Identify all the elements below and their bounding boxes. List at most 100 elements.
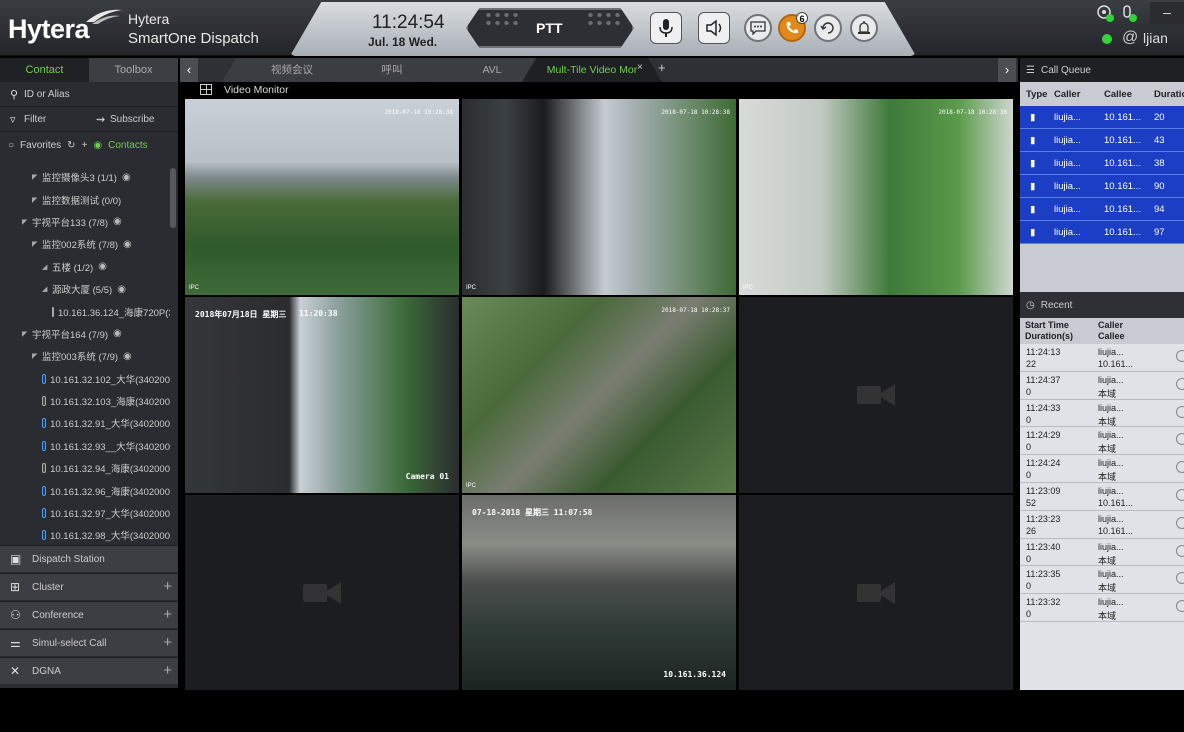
video-tile[interactable]: 2018-07-18 10:28:38 IPC <box>462 99 736 295</box>
search-row[interactable]: ⚲ ID or Alias <box>0 82 178 107</box>
tree-item[interactable]: ◤ 监控003系统 (7/9) ◉ <box>0 345 170 367</box>
section-dgna[interactable]: ✕ DGNA + <box>0 657 178 684</box>
video-tile-empty[interactable] <box>185 495 459 691</box>
alarm-button[interactable] <box>850 14 878 42</box>
recent-row[interactable]: 11:23:09 52 liujia... 10.161... <box>1020 482 1184 511</box>
message-button[interactable] <box>744 14 772 42</box>
user-icon[interactable]: @ <box>1122 29 1138 47</box>
search-input[interactable]: ID or Alias <box>24 89 70 100</box>
tree-item[interactable]: 10.161.32.102_大华(340200 <box>0 368 170 390</box>
eye-icon[interactable]: ◉ <box>117 284 126 295</box>
add-icon[interactable]: + <box>163 606 172 623</box>
refresh-icon[interactable]: ↻ <box>67 140 75 151</box>
tree-item[interactable]: 10.161.32.96_海康(3402000 <box>0 479 170 501</box>
eye-icon[interactable]: ◉ <box>123 351 132 362</box>
tree-item[interactable]: ◢ 源政大厦 (5/5) ◉ <box>0 278 170 300</box>
tree-item[interactable]: ◤ 宇视平台133 (7/8) ◉ <box>0 211 170 233</box>
tree-scrollbar[interactable] <box>170 168 176 228</box>
tree-item[interactable]: 10.161.32.103_海康(340200 <box>0 390 170 412</box>
video-tile[interactable]: 2018-07-18 10:28:38 IPC <box>185 99 459 295</box>
video-grid-icon[interactable] <box>200 84 212 95</box>
contacts-radio-icon[interactable]: ◉ <box>93 140 102 151</box>
expand-arrow-icon[interactable]: ◤ <box>32 240 42 248</box>
recent-action-icon[interactable] <box>1176 600 1184 613</box>
tree-item[interactable]: ◤ 监控002系统 (7/8) ◉ <box>0 233 170 255</box>
tree-item[interactable]: 10.161.32.98_大华(3402000 <box>0 524 170 544</box>
tab-contact[interactable]: Contact <box>0 58 89 82</box>
section-dispatch-station[interactable]: ▣ Dispatch Station <box>0 545 178 572</box>
recent-action-icon[interactable] <box>1176 544 1184 557</box>
tree-item[interactable]: 10.161.32.94_海康(3402000 <box>0 457 170 479</box>
call-queue-row[interactable]: ▮ liujia... 10.161... 90 <box>1020 175 1184 198</box>
user-name[interactable]: ljian <box>1143 30 1168 46</box>
recent-action-icon[interactable] <box>1176 405 1184 418</box>
recent-row[interactable]: 11:24:37 0 liujia... 本域 <box>1020 371 1184 400</box>
add-icon[interactable]: + <box>163 578 172 595</box>
recent-row[interactable]: 11:23:32 0 liujia... 本域 <box>1020 594 1184 622</box>
section-conference[interactable]: ⚇ Conference + <box>0 601 178 628</box>
microphone-button[interactable] <box>650 12 682 44</box>
callback-button[interactable] <box>814 14 842 42</box>
tree-item[interactable]: 10.161.32.93__大华(340200 <box>0 435 170 457</box>
recent-action-icon[interactable] <box>1176 516 1184 529</box>
add-tab-button[interactable]: + <box>658 60 666 75</box>
favorites-radio-icon[interactable]: ○ <box>8 140 14 151</box>
call-queue-row[interactable]: ▮ liujia... 10.161... 20 <box>1020 106 1184 129</box>
expand-arrow-icon[interactable]: ◢ <box>42 285 52 293</box>
call-queue-row[interactable]: ▮ liujia... 10.161... 43 <box>1020 129 1184 152</box>
recent-row[interactable]: 11:23:23 26 liujia... 10.161... <box>1020 510 1184 539</box>
expand-arrow-icon[interactable]: ◢ <box>42 263 52 271</box>
expand-arrow-icon[interactable]: ◤ <box>32 173 42 181</box>
recent-row[interactable]: 11:24:13 22 liujia... 10.161... <box>1020 344 1184 372</box>
eye-icon[interactable]: ◉ <box>113 328 122 339</box>
section-simul-select-call[interactable]: ⚌ Simul-select Call + <box>0 629 178 656</box>
call-queue-row[interactable]: ▮ liujia... 10.161... 94 <box>1020 198 1184 221</box>
subscribe-button[interactable]: Subscribe <box>110 114 154 125</box>
video-tile[interactable]: 2018年07月18日 星期三 11:20:38 Camera 01 <box>185 297 459 493</box>
recent-row[interactable]: 11:23:35 0 liujia... 本域 <box>1020 566 1184 595</box>
video-tile[interactable]: 2018-07-18 10:28:37 IPC <box>462 297 736 493</box>
recent-action-icon[interactable] <box>1176 488 1184 501</box>
recent-row[interactable]: 11:23:40 0 liujia... 本域 <box>1020 538 1184 567</box>
call-queue-row[interactable]: ▮ liujia... 10.161... 38 <box>1020 152 1184 175</box>
tree-item[interactable]: 10.161.36.124_海康720P(34 <box>0 300 170 322</box>
tree-item[interactable]: ◤ 监控摄像头3 (1/1) ◉ <box>0 166 170 188</box>
eye-icon[interactable]: ◉ <box>113 216 122 227</box>
missed-call-button[interactable]: 6 <box>778 12 808 42</box>
tree-item[interactable]: ◤ 监控数据测试 (0/0) <box>0 188 170 210</box>
tree-item[interactable]: 10.161.32.91_大华(3402000 <box>0 412 170 434</box>
tree-item[interactable]: ◢ 五楼 (1/2) ◉ <box>0 256 170 278</box>
recent-action-icon[interactable] <box>1176 461 1184 474</box>
expand-arrow-icon[interactable]: ◤ <box>22 218 32 226</box>
minimize-button[interactable]: – <box>1150 2 1184 24</box>
eye-icon[interactable]: ◉ <box>98 261 107 272</box>
contacts-label[interactable]: Contacts <box>108 140 147 151</box>
gps-status-icon[interactable] <box>1096 4 1140 24</box>
tab-scroll-right-button[interactable]: › <box>998 58 1016 82</box>
add-icon[interactable]: + <box>163 634 172 651</box>
eye-icon[interactable]: ◉ <box>122 172 131 183</box>
video-tile-empty[interactable] <box>739 297 1013 493</box>
recent-action-icon[interactable] <box>1176 572 1184 585</box>
expand-arrow-icon[interactable]: ◤ <box>22 330 32 338</box>
video-tile[interactable]: 07-18-2018 星期三 11:07:58 10.161.36.124 <box>462 495 736 691</box>
section-cluster[interactable]: ⊞ Cluster + <box>0 573 178 600</box>
recent-row[interactable]: 11:24:24 0 liujia... 本域 <box>1020 455 1184 483</box>
recent-row[interactable]: 11:24:33 0 liujia... 本域 <box>1020 399 1184 428</box>
eye-icon[interactable]: ◉ <box>123 239 132 250</box>
video-tile[interactable]: 2018-07-18 10:28:38 IPC <box>739 99 1013 295</box>
tree-item[interactable]: ◤ 宇视平台164 (7/9) ◉ <box>0 323 170 345</box>
video-tile-empty[interactable] <box>739 495 1013 691</box>
recent-action-icon[interactable] <box>1176 377 1184 390</box>
tab-scroll-left-button[interactable]: ‹ <box>180 58 198 82</box>
favorites-label[interactable]: Favorites <box>20 140 61 151</box>
filter-button[interactable]: Filter <box>24 114 96 125</box>
tree-item[interactable]: 10.161.32.97_大华(3402000 <box>0 502 170 524</box>
add-icon[interactable]: + <box>163 662 172 679</box>
call-queue-row[interactable]: ▮ liujia... 10.161... 97 <box>1020 221 1184 244</box>
tab-toolbox[interactable]: Toolbox <box>89 58 178 82</box>
recent-action-icon[interactable] <box>1176 433 1184 446</box>
expand-arrow-icon[interactable]: ◤ <box>32 196 42 204</box>
expand-arrow-icon[interactable]: ◤ <box>32 352 42 360</box>
speaker-button[interactable] <box>698 12 730 44</box>
